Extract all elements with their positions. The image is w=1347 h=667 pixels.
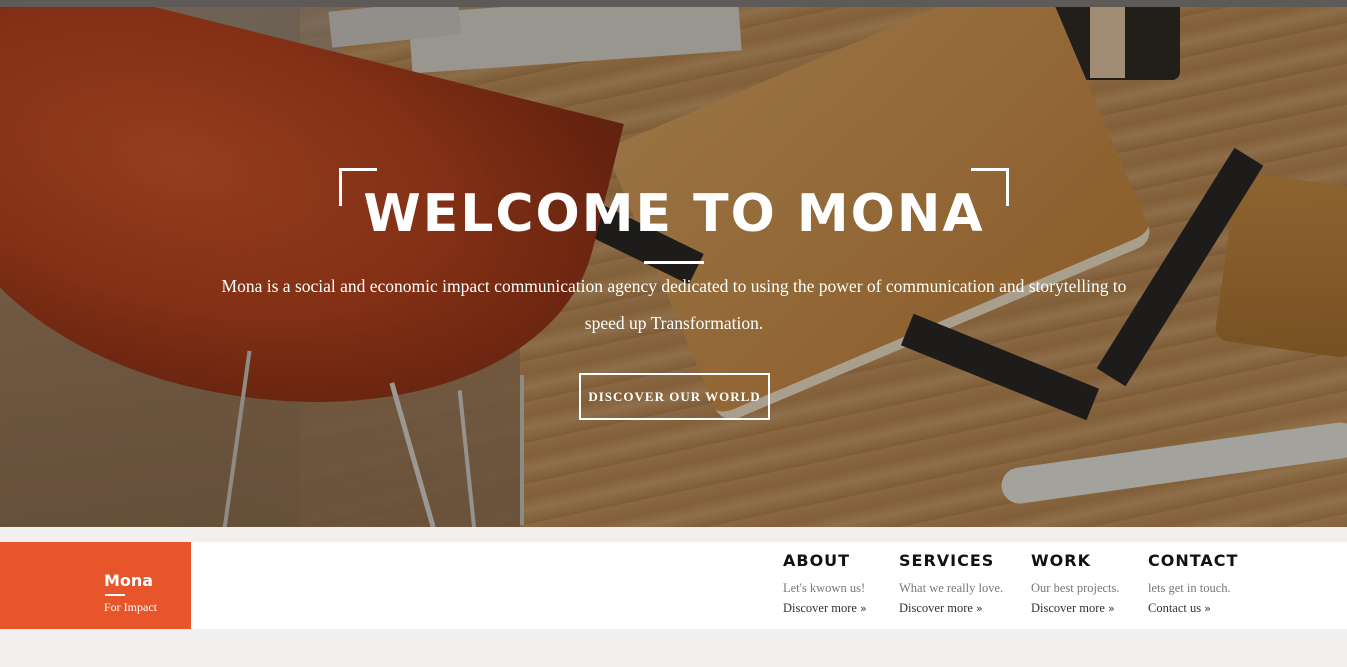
discover-more-link-services[interactable]: Discover more»: [899, 601, 983, 616]
double-chevron-right-icon: »: [1107, 602, 1115, 615]
nav-title-services[interactable]: SERVICES: [899, 551, 994, 570]
double-chevron-right-icon: »: [1204, 602, 1211, 615]
double-chevron-right-icon: »: [975, 602, 983, 615]
hero-description: Mona is a social and economic impact com…: [221, 276, 1127, 333]
link-label: Discover more: [1031, 601, 1105, 615]
discover-our-world-button[interactable]: DISCOVER OUR WORLD: [579, 373, 770, 420]
brand-tagline: For Impact: [104, 600, 157, 614]
double-chevron-right-icon: »: [859, 602, 867, 615]
info-bar: Mona For Impact ABOUT Let's kwown us! Di…: [0, 542, 1347, 629]
nav-subtitle: Let's kwown us!: [783, 581, 866, 595]
discover-more-link-about[interactable]: Discover more»: [783, 601, 867, 616]
hero-title: WELCOME TO MONA: [363, 184, 985, 244]
contact-us-link[interactable]: Contact us»: [1148, 601, 1211, 616]
title-underline: [644, 261, 704, 264]
nav-subtitle: What we really love.: [899, 581, 1004, 595]
hero-section: WELCOME TO MONA Mona is a social and eco…: [0, 0, 1347, 527]
nav-subtitle: Our best projects.: [1031, 581, 1120, 595]
nav-title-work[interactable]: WORK: [1031, 551, 1091, 570]
brand-logo[interactable]: Mona For Impact: [0, 542, 191, 629]
brand-underline: [105, 594, 125, 596]
nav-subtitle: lets get in touch.: [1148, 581, 1231, 595]
hero-content: WELCOME TO MONA Mona is a social and eco…: [0, 0, 1347, 527]
link-label: Contact us: [1148, 601, 1202, 615]
link-label: Discover more: [783, 601, 857, 615]
nav-title-contact[interactable]: CONTACT: [1148, 551, 1238, 570]
discover-more-link-work[interactable]: Discover more»: [1031, 601, 1115, 616]
nav-title-about[interactable]: ABOUT: [783, 551, 850, 570]
brand-name: Mona: [104, 571, 154, 590]
link-label: Discover more: [899, 601, 973, 615]
